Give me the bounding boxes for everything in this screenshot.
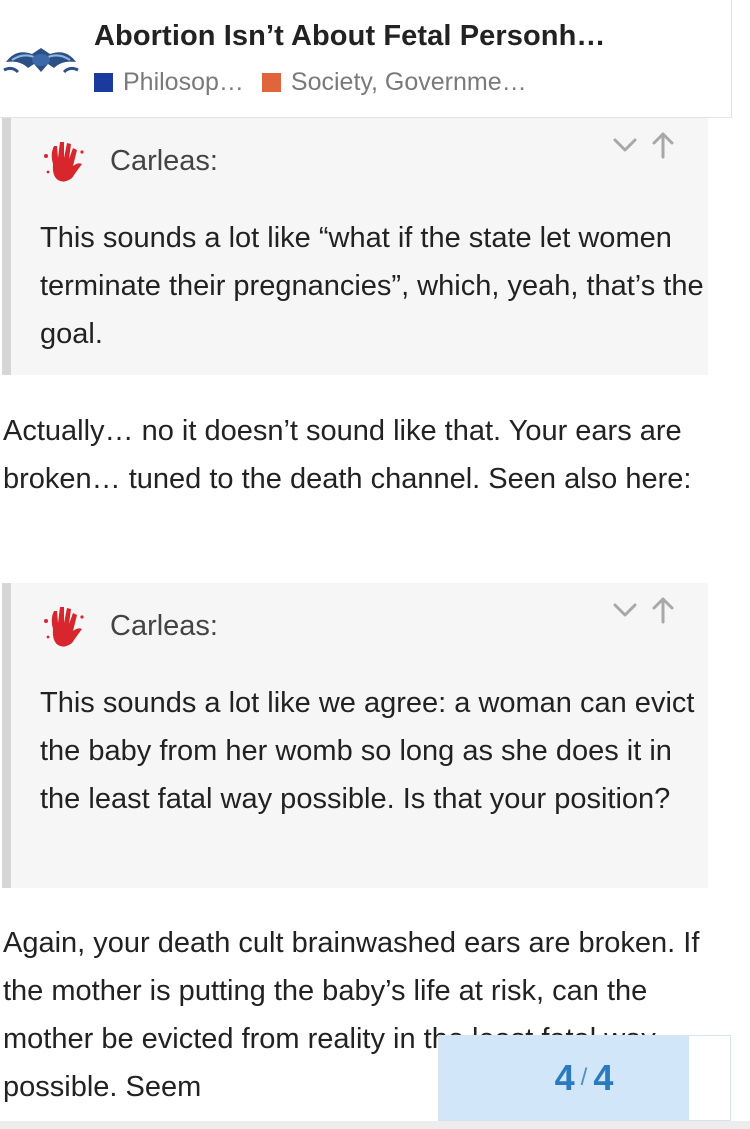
arrow-up-icon[interactable] [648, 130, 678, 160]
progress-counter: 4 / 4 [439, 1036, 729, 1120]
quote-controls [610, 130, 678, 160]
progress-separator: / [580, 1064, 588, 1091]
quote-header: Carleas: [38, 134, 698, 188]
post-paragraph: Actually… no it doesn’t sound like that.… [3, 415, 692, 495]
forum-logo-icon[interactable] [2, 40, 80, 80]
category-badge[interactable]: Philosop… [94, 68, 244, 97]
arrow-up-icon[interactable] [648, 595, 678, 625]
quote-text: This sounds a lot like “what if the stat… [40, 222, 704, 350]
category-color-swatch [94, 73, 113, 92]
quote-header: Carleas: [38, 599, 698, 653]
quote-block: Carleas: This sounds a lot like “what if… [2, 118, 708, 375]
quote-author[interactable]: Carleas: [110, 145, 218, 178]
progress-total: 4 [593, 1057, 614, 1098]
quote-block: Carleas: This sounds a lot like we agree… [2, 583, 708, 888]
topic-title[interactable]: Abortion Isn’t About Fetal Personh… [94, 20, 714, 53]
chevron-down-icon[interactable] [610, 130, 640, 160]
category-badge[interactable]: Society, Governme… [261, 68, 527, 97]
quote-text: This sounds a lot like we agree: a woman… [40, 687, 695, 815]
quote-controls [610, 595, 678, 625]
chevron-down-icon[interactable] [610, 595, 640, 625]
category-color-swatch [261, 73, 281, 92]
quote-author[interactable]: Carleas: [110, 610, 218, 643]
red-handprint-icon[interactable] [38, 601, 88, 651]
category-list: Philosop… Society, Governme… [94, 68, 545, 97]
topic-progress-indicator[interactable]: 4 / 4 [438, 1035, 731, 1121]
bottom-divider [0, 1121, 750, 1129]
red-handprint-icon[interactable] [38, 136, 88, 186]
progress-current: 4 [554, 1057, 575, 1098]
topic-header: Abortion Isn’t About Fetal Personh… Phil… [0, 0, 732, 118]
category-label: Society, Governme… [290, 68, 527, 96]
category-label: Philosop… [123, 68, 244, 96]
